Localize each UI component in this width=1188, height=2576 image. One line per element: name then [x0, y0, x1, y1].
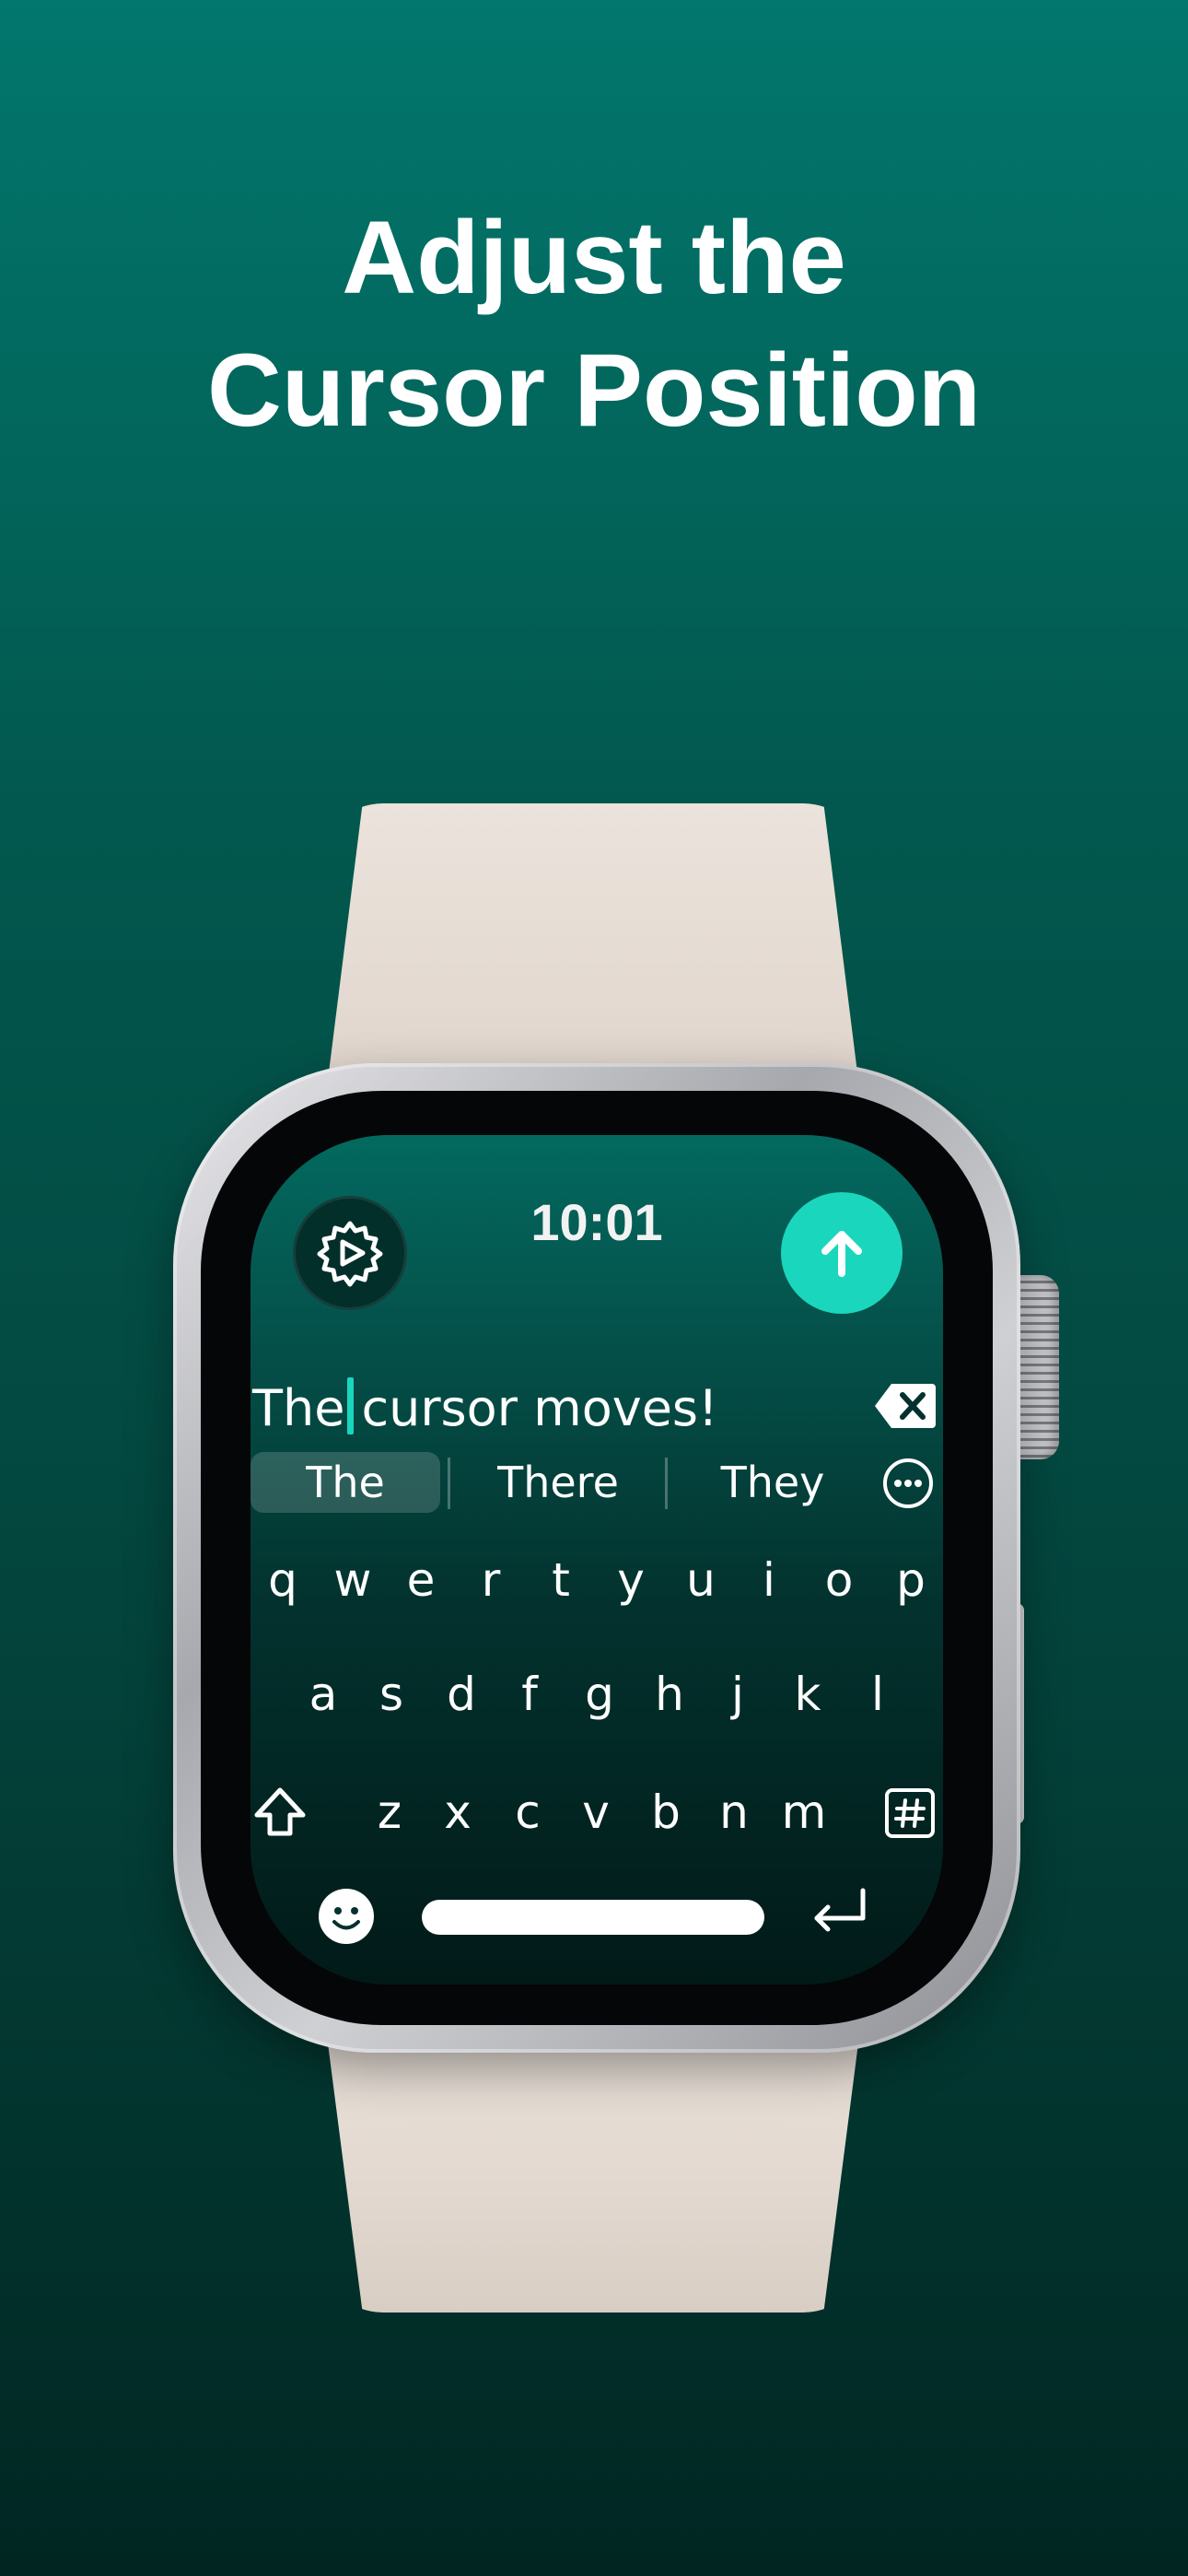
key-m[interactable]: m: [772, 1780, 836, 1844]
key-w[interactable]: w: [320, 1548, 385, 1612]
backspace-icon: [875, 1384, 936, 1428]
return-icon: [814, 1888, 866, 1932]
suggestion-2[interactable]: There: [455, 1452, 661, 1513]
key-v[interactable]: v: [564, 1780, 628, 1844]
key-a[interactable]: a: [291, 1662, 355, 1727]
arrow-up-icon: [821, 1231, 862, 1277]
suggestion-divider: [448, 1458, 450, 1509]
key-g[interactable]: g: [567, 1662, 632, 1727]
shift-icon: [254, 1787, 306, 1836]
return-key[interactable]: [807, 1883, 871, 1942]
key-h[interactable]: h: [637, 1662, 702, 1727]
keyboard-row-1: q w e r t y u i o p: [250, 1548, 943, 1612]
key-z[interactable]: z: [357, 1780, 422, 1844]
keyboard-row-2: a s d f g h j k l: [250, 1662, 943, 1727]
key-c[interactable]: c: [495, 1780, 560, 1844]
more-suggestions-button[interactable]: [882, 1458, 934, 1509]
key-p[interactable]: p: [879, 1548, 943, 1612]
space-bar[interactable]: [422, 1900, 764, 1935]
hash-icon: [885, 1788, 935, 1838]
text-cursor[interactable]: [347, 1377, 355, 1434]
ellipsis-circle-icon: [883, 1458, 933, 1508]
emoji-button[interactable]: [317, 1887, 376, 1946]
text-after-cursor: cursor moves!: [361, 1379, 718, 1437]
key-b[interactable]: b: [634, 1780, 698, 1844]
emoji-icon: [319, 1889, 374, 1944]
key-r[interactable]: r: [459, 1548, 523, 1612]
text-input-field[interactable]: The cursor moves!: [252, 1376, 718, 1441]
key-y[interactable]: y: [599, 1548, 663, 1612]
key-o[interactable]: o: [807, 1548, 871, 1612]
key-n[interactable]: n: [702, 1780, 766, 1844]
gear-icon: [317, 1221, 383, 1287]
watch-screen: 10:01 The cursor moves! The There They q…: [250, 1135, 943, 1985]
send-button[interactable]: [781, 1192, 903, 1314]
key-d[interactable]: d: [429, 1662, 494, 1727]
key-k[interactable]: k: [775, 1662, 840, 1727]
key-l[interactable]: l: [845, 1662, 910, 1727]
key-s[interactable]: s: [359, 1662, 424, 1727]
key-q[interactable]: q: [250, 1548, 315, 1612]
shift-key[interactable]: [250, 1780, 309, 1844]
suggestion-divider: [665, 1458, 668, 1509]
suggestion-bar: The There They: [250, 1452, 943, 1516]
settings-button[interactable]: [293, 1196, 407, 1310]
key-x[interactable]: x: [425, 1780, 490, 1844]
suggestion-3[interactable]: They: [672, 1452, 873, 1513]
symbols-key[interactable]: [884, 1787, 936, 1839]
backspace-button[interactable]: [873, 1380, 938, 1432]
suggestion-1[interactable]: The: [250, 1452, 440, 1513]
headline-line-2: Cursor Position: [206, 333, 982, 448]
headline: Adjust the Cursor Position: [0, 192, 1188, 457]
key-j[interactable]: j: [705, 1662, 770, 1727]
clock-time: 10:01: [530, 1193, 663, 1251]
key-t[interactable]: t: [529, 1548, 593, 1612]
key-e[interactable]: e: [389, 1548, 453, 1612]
keyboard-row-3: z x c v b n m: [250, 1780, 943, 1844]
key-u[interactable]: u: [669, 1548, 733, 1612]
headline-line-1: Adjust the: [342, 200, 846, 315]
key-f[interactable]: f: [497, 1662, 562, 1727]
text-before-cursor: The: [252, 1379, 345, 1437]
key-i[interactable]: i: [737, 1548, 801, 1612]
